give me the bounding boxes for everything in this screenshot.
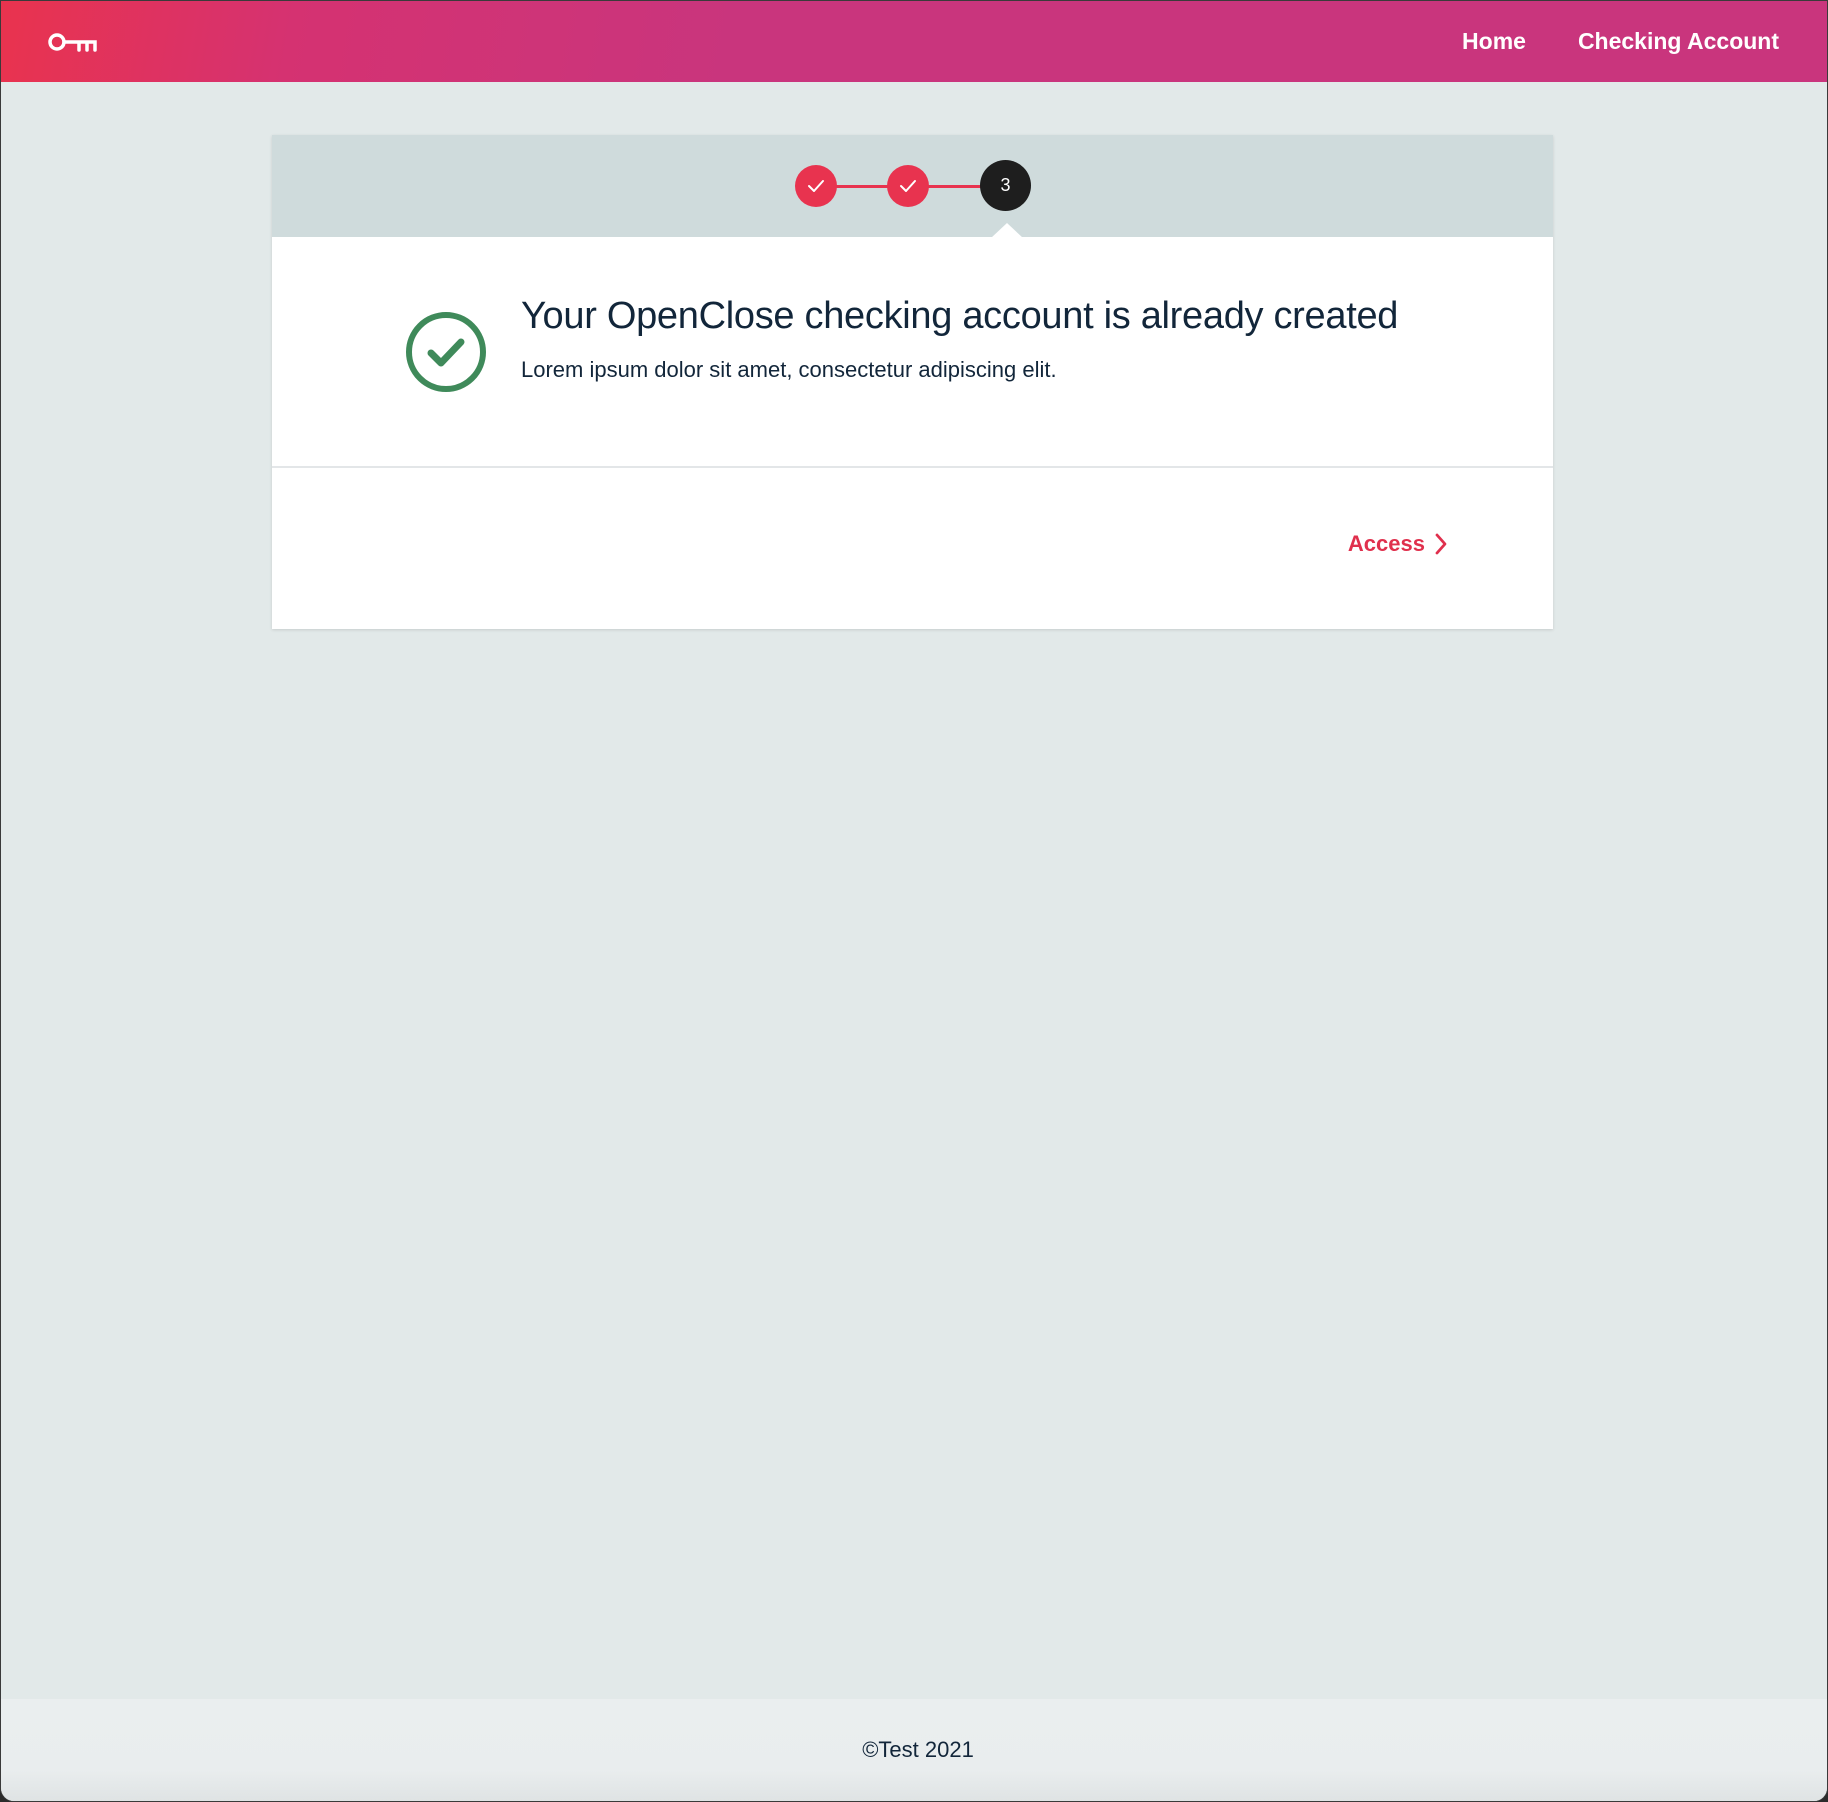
nav-links: Home Checking Account [1410,1,1779,82]
step-1-complete [795,165,837,207]
step-3-current: 3 [980,160,1031,211]
browser-window: Home Checking Account 3 Your OpenClose c… [0,0,1828,1802]
nav-link-checking-account[interactable]: Checking Account [1578,28,1779,55]
stepper-pointer [991,223,1023,238]
step-2-complete [887,165,929,207]
access-button[interactable]: Access [1348,531,1448,557]
confirmation-card: 3 Your OpenClose checking account is alr… [272,135,1553,629]
page-footer: ©Test 2021 [1,1699,1827,1801]
access-label: Access [1347,531,1425,556]
confirmation-subtitle: Lorem ipsum dolor sit amet, consectetur … [521,357,1057,382]
check-icon [900,180,916,192]
check-circle-icon [405,311,487,393]
stepper-connector-1 [835,185,889,188]
stepper-connector-2 [927,185,982,188]
stepper-header: 3 [272,135,1553,238]
confirmation-title: Your OpenClose checking account is alrea… [521,295,1399,337]
nav-link-home[interactable]: Home [1462,28,1526,55]
check-icon [808,180,824,192]
card-divider [272,466,1553,468]
chevron-right-icon [1435,533,1447,555]
key-icon[interactable] [47,31,99,55]
top-navbar: Home Checking Account [1,1,1827,82]
copyright-text: ©Test 2021 [862,1737,974,1762]
